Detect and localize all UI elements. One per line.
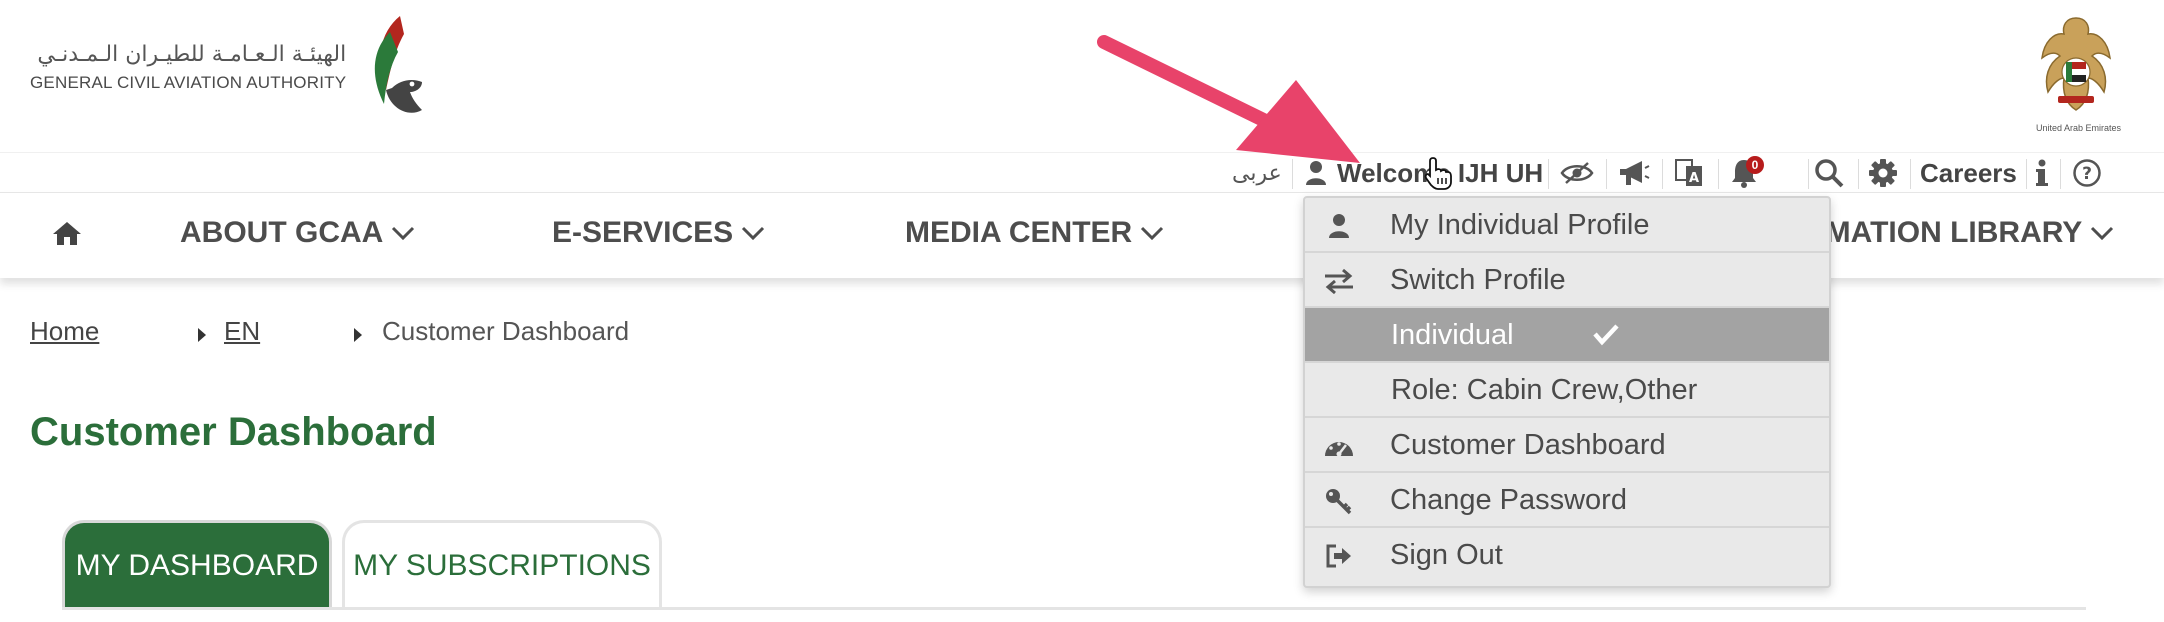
menu-item-label: Customer Dashboard — [1390, 429, 1666, 461]
nav-label: MEDIA CENTER — [905, 216, 1133, 249]
translate-icon: A — [1675, 159, 1702, 186]
menu-item-change-password[interactable]: Change Password — [1305, 473, 1829, 528]
checkmark-icon — [1593, 324, 1619, 346]
uae-emblem: United Arab Emirates — [2036, 12, 2122, 133]
gear-icon — [1869, 159, 1897, 187]
user-menu-dropdown: My Individual Profile Switch Profile Ind… — [1303, 196, 1831, 588]
breadcrumb-current: Customer Dashboard — [382, 316, 630, 346]
divider — [1606, 159, 1607, 189]
site-header: الهيئـة الـعـامـة للطيـران الـمـدنـي GEN… — [0, 0, 2164, 152]
tab-my-dashboard[interactable]: MY DASHBOARD — [62, 520, 332, 608]
nav-about-gcaa[interactable]: ABOUT GCAA — [180, 193, 415, 273]
notification-count-badge: 0 — [1746, 156, 1764, 174]
tabs-baseline — [62, 607, 2086, 610]
menu-item-label: Role: Cabin Crew,Other — [1391, 374, 1698, 406]
announcements-button[interactable] — [1618, 153, 1650, 193]
utility-bar: عربى Welcome IJH UH A 0 Careers ? — [0, 152, 2164, 192]
nav-label: E-SERVICES — [552, 216, 734, 249]
divider — [2060, 159, 2061, 189]
main-navigation: ABOUT GCAA E-SERVICES MEDIA CENTER RMATI… — [0, 192, 2164, 278]
page-title: Customer Dashboard — [30, 410, 437, 454]
info-icon — [2036, 159, 2048, 186]
annotation-arrow-icon — [1097, 35, 1360, 163]
caret-right-icon — [198, 328, 206, 342]
logo-arabic-text: الهيئـة الـعـامـة للطيـران الـمـدنـي — [37, 41, 347, 67]
gcaa-logo[interactable]: الهيئـة الـعـامـة للطيـران الـمـدنـي GEN… — [30, 12, 432, 122]
hand-pointer-cursor-icon — [1424, 157, 1452, 190]
chevron-down-icon — [1141, 226, 1164, 241]
divider — [1718, 159, 1719, 189]
megaphone-icon — [1620, 161, 1650, 185]
nav-label: RMATION LIBRARY — [1804, 216, 2083, 249]
translate-button[interactable]: A — [1674, 153, 1704, 193]
falcon-logo-icon — [375, 16, 423, 113]
emblem-caption: United Arab Emirates — [2036, 123, 2122, 133]
key-icon — [1323, 486, 1355, 516]
menu-item-customer-dashboard[interactable]: Customer Dashboard — [1305, 418, 1829, 473]
nav-information-library[interactable]: RMATION LIBRARY — [1804, 193, 2114, 273]
svg-text:A: A — [1689, 171, 1699, 186]
chevron-down-icon — [742, 226, 765, 241]
menu-item-label: Sign Out — [1390, 539, 1503, 571]
tab-my-subscriptions[interactable]: MY SUBSCRIPTIONS — [342, 520, 662, 608]
menu-item-individual-profile-option[interactable]: Individual — [1305, 308, 1829, 363]
info-button[interactable] — [2036, 153, 2048, 193]
divider — [1548, 159, 1549, 189]
search-button[interactable] — [1814, 153, 1844, 193]
menu-item-label: Change Password — [1390, 484, 1627, 516]
sign-out-icon — [1323, 541, 1355, 571]
careers-link[interactable]: Careers — [1920, 153, 2017, 193]
menu-item-my-individual-profile[interactable]: My Individual Profile — [1305, 198, 1829, 253]
switch-arrows-icon — [1323, 266, 1355, 296]
nav-media-center[interactable]: MEDIA CENTER — [905, 193, 1164, 273]
nav-e-services[interactable]: E-SERVICES — [552, 193, 765, 273]
search-icon — [1815, 159, 1844, 188]
dashboard-gauge-icon — [1323, 431, 1355, 461]
menu-item-switch-profile[interactable]: Switch Profile — [1305, 253, 1829, 308]
notifications-button[interactable]: 0 — [1730, 153, 1764, 193]
menu-item-label: Individual — [1391, 319, 1514, 351]
menu-item-role: Role: Cabin Crew,Other — [1305, 363, 1829, 418]
home-icon — [53, 222, 81, 245]
divider — [1662, 159, 1663, 189]
nav-label: ABOUT GCAA — [180, 216, 384, 249]
divider — [1910, 159, 1911, 189]
help-icon: ? — [2073, 159, 2101, 187]
help-button[interactable]: ? — [2072, 153, 2102, 193]
logo-english-text: GENERAL CIVIL AVIATION AUTHORITY — [30, 72, 347, 92]
chevron-down-icon — [392, 226, 415, 241]
menu-item-label: Switch Profile — [1390, 264, 1566, 296]
menu-item-sign-out[interactable]: Sign Out — [1305, 528, 1829, 583]
user-icon — [1323, 211, 1355, 241]
breadcrumb-en-link[interactable]: EN — [224, 316, 260, 347]
divider — [2026, 159, 2027, 189]
nav-home[interactable] — [52, 193, 82, 273]
logo-text: الهيئـة الـعـامـة للطيـران الـمـدنـي GEN… — [30, 42, 346, 93]
eagle-emblem-icon — [2041, 17, 2111, 111]
caret-right-icon — [354, 328, 362, 342]
chevron-down-icon — [2091, 226, 2114, 241]
divider — [1858, 159, 1859, 189]
breadcrumb-home-link[interactable]: Home — [30, 316, 99, 347]
divider — [1808, 159, 1809, 189]
svg-text:?: ? — [2082, 164, 2092, 184]
accessibility-toggle[interactable] — [1560, 153, 1594, 193]
settings-button[interactable] — [1868, 153, 1898, 193]
menu-item-label: My Individual Profile — [1390, 209, 1650, 241]
eye-off-icon — [1560, 162, 1594, 184]
